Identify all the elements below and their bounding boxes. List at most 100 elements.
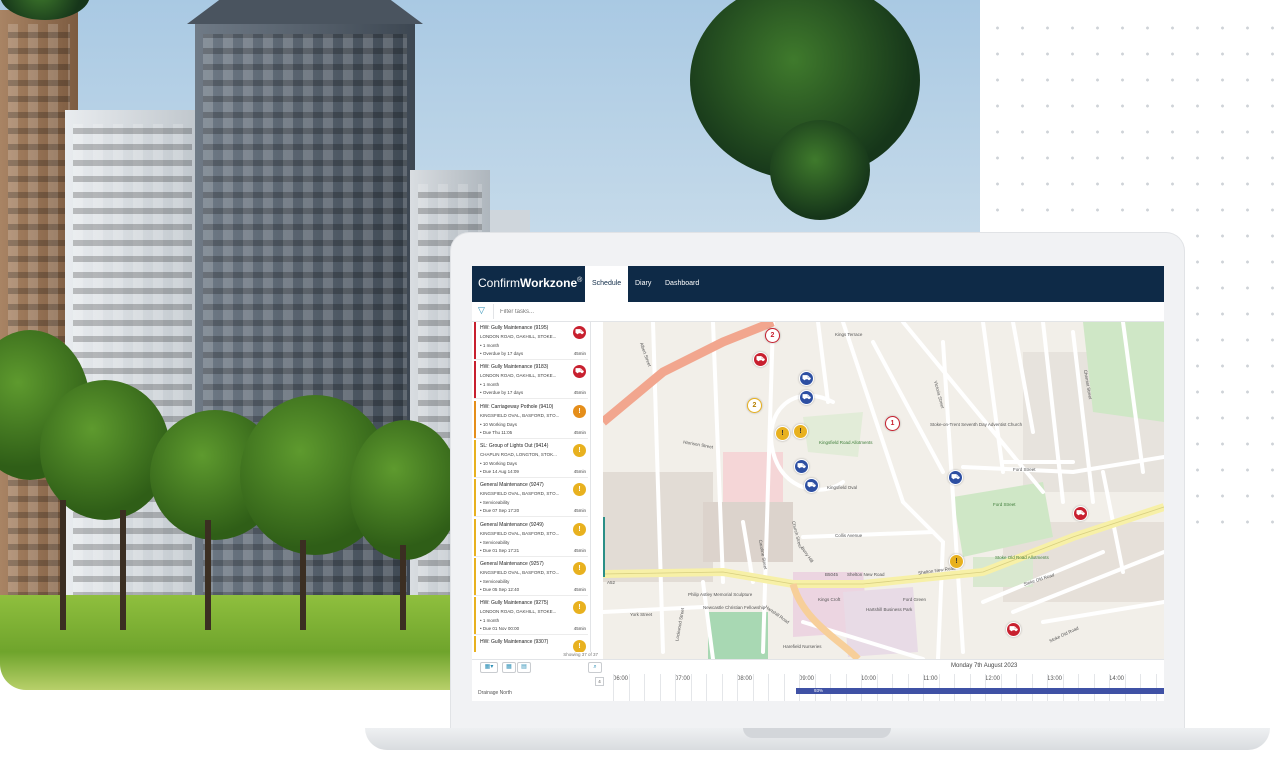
tab-diary[interactable]: Diary	[628, 266, 658, 302]
calendar-week-button[interactable]: ▤	[517, 662, 531, 673]
map-pin[interactable]: !	[949, 554, 964, 569]
priority-bar	[474, 439, 476, 477]
task-title: HW: Gully Maintenance (9275)	[480, 600, 549, 607]
task-frequency: • Serviceability	[480, 539, 510, 545]
task-title: General Maintenance (9257)	[480, 560, 544, 567]
task-card[interactable]: HW: Gully Maintenance (9183) LONDON ROAD,…	[474, 361, 588, 400]
map-pin[interactable]: 2	[765, 328, 780, 343]
task-card[interactable]: SL: Group of Lights Out (9414) CHAPLIN RO…	[474, 439, 588, 478]
warning-icon: !	[573, 404, 586, 418]
task-duration: 45min	[573, 586, 586, 592]
map-label: Shelton New Road	[847, 572, 885, 577]
map-pin[interactable]: 1	[885, 416, 900, 431]
task-duration: 45min	[573, 508, 586, 514]
task-address: KINGSFIELD OVAL, BASFORD, STO...	[480, 491, 560, 497]
timeline-tick	[752, 674, 754, 701]
task-title: HW: Gully Maintenance (9183)	[480, 364, 549, 371]
task-card[interactable]: HW: Carriageway Pothole (9410) KINGSFIELD…	[474, 400, 588, 439]
task-address: KINGSFIELD OVAL, BASFORD, STO...	[480, 412, 560, 418]
task-due: • Due 14 Aug 14:09	[480, 468, 519, 474]
map-label: Kings Croft	[818, 597, 841, 602]
task-duration: 45min	[573, 468, 586, 474]
tab-dashboard[interactable]: Dashboard	[658, 266, 706, 302]
map-pin[interactable]: ⛟	[799, 371, 814, 386]
task-address: KINGSFIELD OVAL, BASFORD, STO...	[480, 569, 560, 575]
task-due: • Due 07 Sep 17:20	[480, 508, 520, 514]
map-pin[interactable]: ⛟	[794, 459, 809, 474]
task-due: • Overdue by 17 days	[480, 351, 524, 356]
warning-icon: !	[573, 640, 586, 652]
map-pin[interactable]: ⛟	[804, 478, 819, 493]
task-title: General Maintenance (9249)	[480, 521, 544, 528]
task-frequency: • Serviceability	[480, 578, 510, 584]
warning-icon: !	[573, 483, 586, 497]
priority-bar	[474, 557, 476, 595]
hour-label: 12:00	[985, 676, 1001, 682]
task-title: HW: Gully Maintenance (9307)	[480, 639, 549, 646]
hour-label: 08:00	[737, 676, 753, 682]
map-label: Stoke Old Road Allotments	[995, 555, 1049, 560]
calendar-day-button[interactable]: ▦	[502, 662, 516, 673]
map-label: York Street	[630, 612, 653, 617]
zoom-icon[interactable]: ⌕	[588, 662, 602, 673]
calendar-dropdown-button[interactable]: ▦▾	[480, 662, 498, 673]
task-due: • Due 05 Sep 12:40	[480, 586, 520, 592]
task-card[interactable]: General Maintenance (9257) KINGSFIELD OVA…	[474, 557, 588, 596]
building	[65, 110, 200, 630]
hour-label: 11:00	[923, 676, 938, 682]
tree	[350, 420, 460, 560]
task-due: • Due 01 Nov 00:00	[480, 626, 520, 632]
map-label: Hartshill Business Park	[866, 607, 913, 612]
task-card[interactable]: HW: Gully Maintenance (9307)!	[474, 636, 588, 652]
map-label: Kingsfield Oval	[827, 485, 858, 490]
timeline-tick	[628, 674, 630, 701]
app-window: ConfirmWorkzone® Schedule Diary Dashboar…	[472, 266, 1164, 701]
filter-icon[interactable]: ▽	[478, 306, 487, 315]
priority-bar	[474, 322, 476, 359]
timeline-tick	[644, 674, 645, 701]
hour-label: 09:00	[799, 676, 815, 682]
map-pin[interactable]: ⛟	[753, 352, 768, 367]
map-pin[interactable]: ⛟	[1073, 506, 1088, 521]
timeline-tick	[706, 674, 707, 701]
priority-bar	[474, 479, 476, 517]
task-list: HW: Gully Maintenance (9195) LONDON ROAD,…	[472, 322, 591, 652]
map-pin[interactable]: 2	[747, 398, 762, 413]
warning-icon: !	[573, 561, 586, 575]
priority-bar	[474, 636, 476, 652]
brand-logo: ConfirmWorkzone®	[478, 276, 583, 290]
map-label: Stoke-on-Trent Seventh Day Adventist Chu…	[930, 422, 1023, 427]
progress-bar[interactable]: 93%	[796, 688, 1164, 694]
task-card[interactable]: General Maintenance (9247) KINGSFIELD OVA…	[474, 479, 588, 518]
task-card[interactable]: HW: Gully Maintenance (9275) LONDON ROAD,…	[474, 597, 588, 636]
task-card[interactable]: HW: Gully Maintenance (9195) LONDON ROAD,…	[474, 322, 588, 360]
map-pin[interactable]: !	[775, 426, 790, 441]
task-duration: 45min	[573, 547, 586, 553]
task-frequency: • 1 month	[480, 343, 500, 348]
map-pin[interactable]: ⛟	[799, 390, 814, 405]
priority-bar	[474, 400, 476, 438]
tree-canopy	[770, 120, 870, 220]
task-address: CHAPLIN ROAD, LONGTON, STOK...	[480, 451, 557, 457]
hour-label: 10:00	[861, 676, 877, 682]
map-pin[interactable]: !	[793, 424, 808, 439]
map-pin[interactable]: ⛟	[1006, 622, 1021, 637]
timeline-tick	[783, 674, 785, 701]
task-address: LONDON ROAD, OAKHILL, STOKE...	[480, 609, 557, 615]
timeline-tick	[690, 674, 692, 701]
map-pin[interactable]: ⛟	[948, 470, 963, 485]
task-duration: 45min	[573, 626, 586, 632]
map-label: Harefield Nurseries	[783, 644, 822, 649]
task-duration: 45min	[573, 390, 586, 396]
task-title: HW: Carriageway Pothole (9410)	[480, 403, 554, 410]
timeline-date: Monday 7th August 2023	[951, 663, 1018, 669]
map-label: Ford Street	[1013, 467, 1036, 472]
map-label: Newcastle Christian Fellowship	[703, 605, 766, 610]
filter-input[interactable]	[498, 305, 802, 319]
map-view[interactable]: Kings Terrace Harrison Street Kingsfield…	[603, 322, 1164, 659]
tree	[40, 380, 170, 520]
map-label: Philip Astley Memorial Sculpture	[688, 592, 753, 597]
timeline-hours: 06:00 07:00 08:00 09:00 10:00 11:00 12:00 13:00…	[603, 674, 1164, 701]
task-card[interactable]: General Maintenance (9249) KINGSFIELD OVA…	[474, 518, 588, 557]
tab-schedule[interactable]: Schedule	[585, 266, 629, 302]
